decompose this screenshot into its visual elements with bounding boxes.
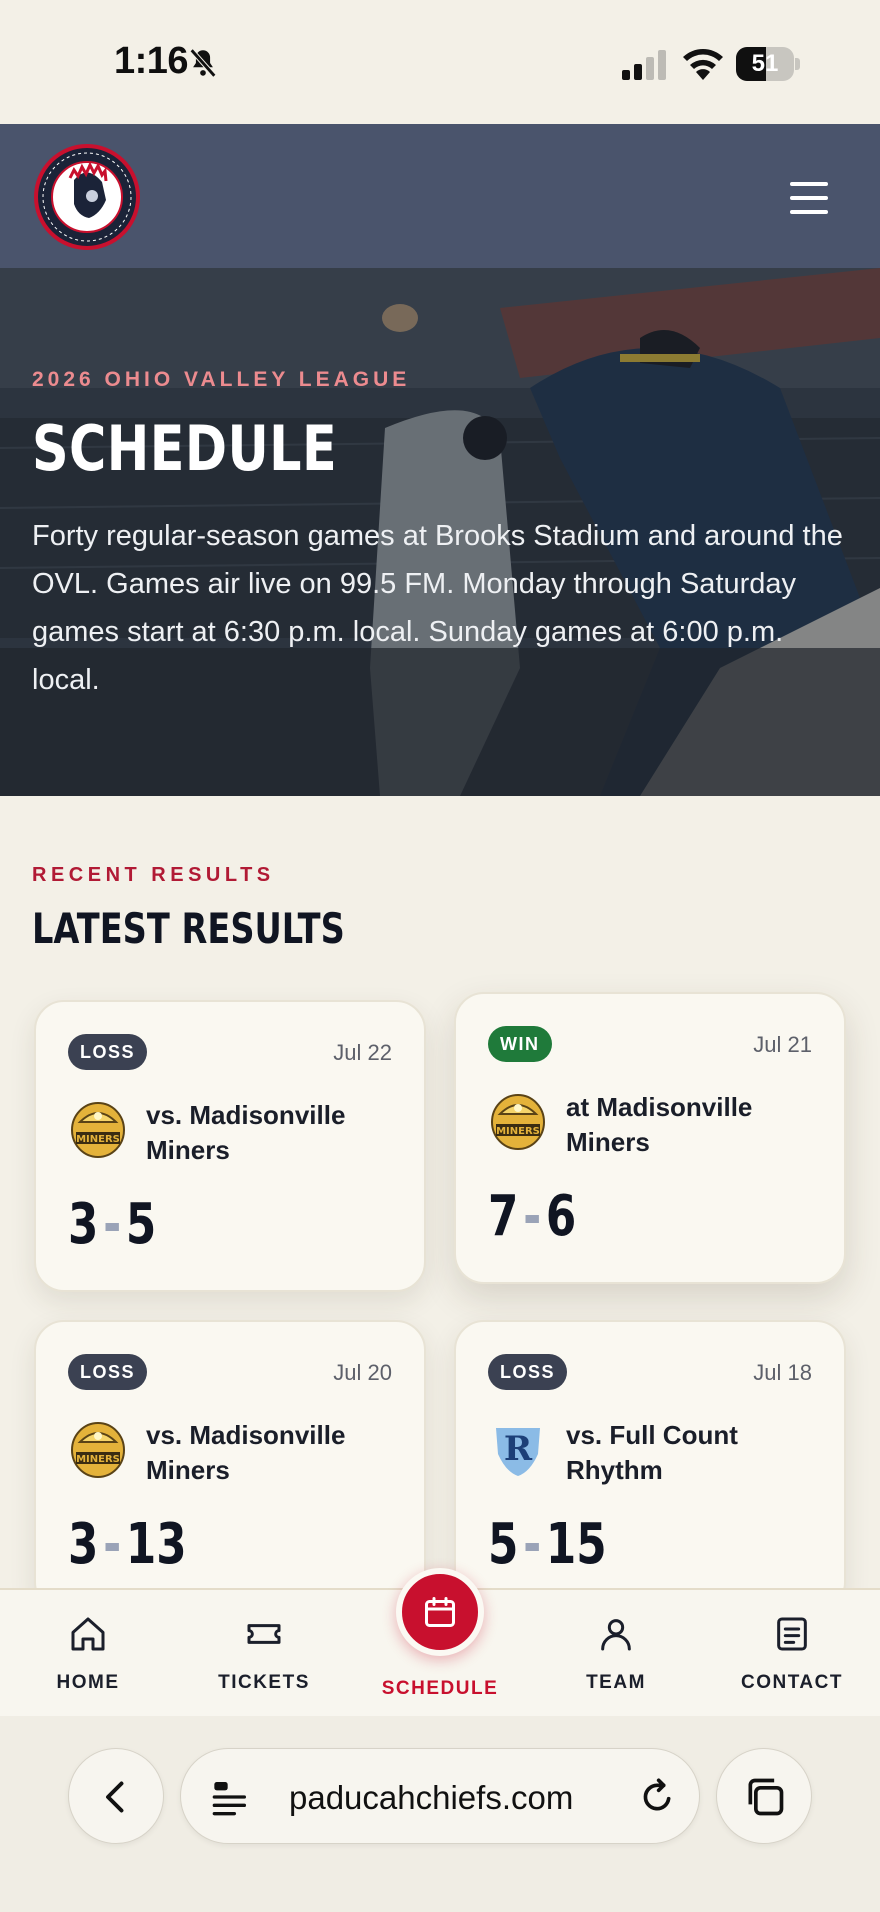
game-date: Jul 22 xyxy=(333,1040,392,1065)
miners-logo-icon: MINERS xyxy=(71,1102,125,1158)
result-badge: LOSS xyxy=(488,1354,568,1390)
calendar-icon xyxy=(425,1597,455,1627)
result-card[interactable]: LOSS Jul 18 R vs. Full Count Rhythm 5-15 xyxy=(454,1320,846,1612)
result-card[interactable]: LOSS Jul 22 MINERS vs. Madisonville Mine… xyxy=(34,1000,426,1292)
result-card[interactable]: WIN Jul 21 MINERS at Madisonville Miners… xyxy=(454,992,846,1284)
bell-off-icon xyxy=(189,48,217,78)
menu-button[interactable] xyxy=(780,176,836,220)
result-badge: LOSS xyxy=(68,1034,148,1070)
game-date: Jul 20 xyxy=(333,1360,392,1385)
svg-text:MINERS: MINERS xyxy=(76,1454,120,1465)
nav-label: SCHEDULE xyxy=(381,1678,499,1699)
nav-label: TEAM xyxy=(586,1672,646,1693)
nav-contact[interactable]: CONTACT xyxy=(704,1590,880,1718)
opponent-name: vs. Full Count Rhythm xyxy=(566,1420,738,1485)
page-title: SCHEDULE xyxy=(32,412,338,485)
miners-logo-icon: MINERS xyxy=(491,1094,545,1150)
status-bar: 1:16 51 xyxy=(0,0,880,124)
result-badge: WIN xyxy=(488,1026,552,1062)
game-score: 5-15 xyxy=(488,1512,607,1577)
hero-banner: 2026 OHIO VALLEY LEAGUE SCHEDULE Forty r… xyxy=(0,268,880,796)
result-card[interactable]: LOSS Jul 20 MINERS vs. Madisonville Mine… xyxy=(34,1320,426,1612)
back-button[interactable] xyxy=(68,1748,164,1844)
nav-label: TICKETS xyxy=(218,1672,310,1693)
rhythm-logo-icon: R xyxy=(496,1428,540,1476)
nav-label: HOME xyxy=(56,1672,120,1693)
game-score: 7-6 xyxy=(488,1184,577,1249)
home-icon xyxy=(71,1617,105,1651)
site-header xyxy=(0,124,880,268)
ticket-icon xyxy=(247,1624,281,1644)
opponent-name: vs. Madisonville Miners xyxy=(146,1100,346,1165)
svg-text:R: R xyxy=(504,1429,533,1469)
hero-eyebrow: 2026 OHIO VALLEY LEAGUE xyxy=(32,368,411,391)
paducah-chiefs-logo[interactable] xyxy=(34,144,140,250)
browser-toolbar: paducahchiefs.com xyxy=(0,1716,880,1912)
opponent-name: at Madisonville Miners xyxy=(566,1092,753,1157)
results-eyebrow: RECENT RESULTS xyxy=(32,864,275,886)
tabs-button[interactable] xyxy=(716,1748,812,1844)
result-badge: LOSS xyxy=(68,1354,148,1390)
page-settings-icon[interactable] xyxy=(211,1777,251,1817)
game-score: 3-5 xyxy=(68,1192,157,1257)
battery-indicator: 51 xyxy=(736,47,800,81)
opponent-name: vs. Madisonville Miners xyxy=(146,1420,346,1485)
nav-tickets[interactable]: TICKETS xyxy=(176,1590,352,1718)
reload-icon[interactable] xyxy=(637,1777,677,1817)
address-bar[interactable]: paducahchiefs.com xyxy=(180,1748,700,1844)
nav-home[interactable]: HOME xyxy=(0,1590,176,1718)
game-date: Jul 21 xyxy=(753,1032,812,1057)
miners-logo-icon: MINERS xyxy=(71,1422,125,1478)
person-icon xyxy=(601,1619,631,1651)
status-time: 1:16 xyxy=(114,40,189,82)
wifi-icon xyxy=(683,49,723,80)
signal-icon xyxy=(622,50,666,80)
nav-label: CONTACT xyxy=(741,1672,843,1693)
hero-description: Forty regular-season games at Brooks Sta… xyxy=(32,520,843,696)
svg-text:MINERS: MINERS xyxy=(496,1126,540,1137)
chevron-left-icon xyxy=(106,1781,124,1813)
game-score: 3-13 xyxy=(68,1512,187,1577)
game-date: Jul 18 xyxy=(753,1360,812,1385)
schedule-fab-button[interactable] xyxy=(396,1568,484,1656)
battery-percent: 51 xyxy=(751,50,779,77)
tabs-icon xyxy=(748,1778,784,1816)
url-text: paducahchiefs.com xyxy=(289,1779,574,1816)
document-icon xyxy=(777,1617,807,1651)
results-title: LATEST RESULTS xyxy=(32,904,345,953)
nav-team[interactable]: TEAM xyxy=(528,1590,704,1718)
svg-text:MINERS: MINERS xyxy=(76,1134,120,1145)
